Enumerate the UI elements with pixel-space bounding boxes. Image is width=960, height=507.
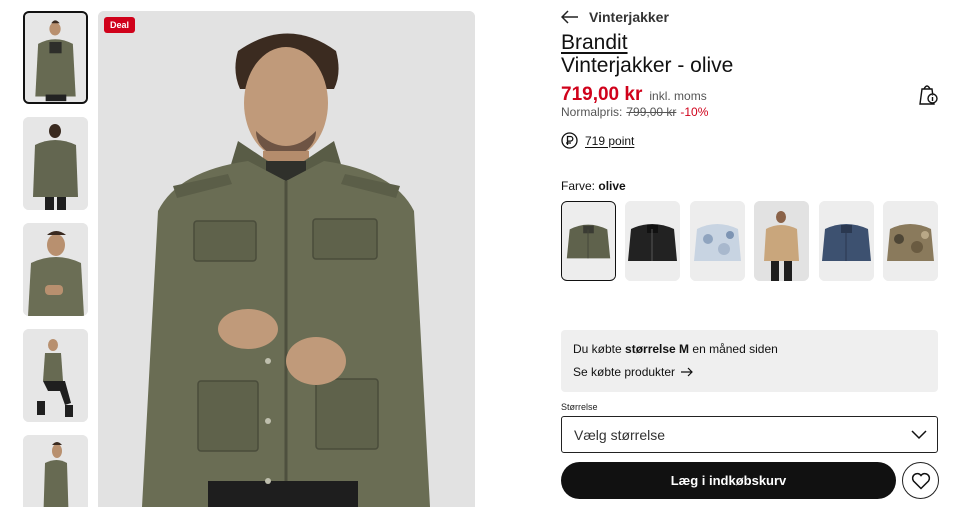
- brand-link[interactable]: Brandit: [561, 31, 628, 55]
- size-label: Størrelse: [561, 402, 598, 412]
- see-purchased-link[interactable]: Se købte produkter: [573, 365, 926, 379]
- deal-badge: Deal: [104, 17, 136, 33]
- loyalty-points[interactable]: 719 point: [561, 132, 634, 149]
- color-label-text: Farve:: [561, 179, 596, 193]
- swatch-black[interactable]: [625, 201, 680, 281]
- purchase-history-text: Du købte størrelse M en måned siden: [573, 342, 926, 356]
- swatch-light-camo[interactable]: [690, 201, 745, 281]
- thumbnail-back-view[interactable]: [23, 117, 88, 210]
- size-guide-icon[interactable]: [918, 83, 938, 105]
- arrow-left-icon: [561, 10, 578, 24]
- see-purchased-label: Se købte produkter: [573, 365, 676, 379]
- normal-price-label: Normalpris:: [561, 105, 623, 119]
- discount-percent: -10%: [680, 105, 709, 119]
- vat-note: inkl. moms: [649, 89, 707, 103]
- normal-price-line: Normalpris: 799,00 kr -10%: [561, 105, 708, 119]
- purchase-history-panel: Du købte størrelse M en måned siden Se k…: [561, 330, 938, 392]
- points-label: 719 point: [585, 133, 635, 148]
- chevron-down-icon: [911, 429, 927, 439]
- swatch-navy[interactable]: [819, 201, 874, 281]
- add-to-cart-button[interactable]: Læg i indkøbskurv: [561, 462, 896, 499]
- color-label: Farve: olive: [561, 179, 626, 193]
- thumbnail-front-view[interactable]: [23, 11, 88, 104]
- purchase-prefix: Du købte: [573, 342, 622, 356]
- heart-icon: [911, 472, 930, 490]
- swatch-camel[interactable]: [754, 201, 809, 281]
- breadcrumb[interactable]: Vinterjakker: [561, 9, 669, 25]
- arrow-right-icon: [681, 367, 693, 377]
- thumbnail-detail-view[interactable]: [23, 223, 88, 316]
- normal-price: 799,00 kr: [626, 105, 677, 119]
- size-select[interactable]: Vælg størrelse: [561, 416, 938, 453]
- thumbnail-side-view[interactable]: [23, 435, 88, 507]
- color-swatches: [561, 201, 939, 281]
- purchased-size: størrelse M: [625, 342, 690, 356]
- selected-color: olive: [598, 179, 626, 193]
- swatch-olive[interactable]: [561, 201, 616, 281]
- size-select-placeholder: Vælg størrelse: [574, 426, 666, 443]
- breadcrumb-label: Vinterjakker: [589, 9, 669, 25]
- price-block: 719,00 kr inkl. moms: [561, 84, 707, 106]
- wishlist-button[interactable]: [902, 462, 939, 499]
- points-icon: [561, 132, 578, 149]
- thumbnail-seated-view[interactable]: [23, 329, 88, 422]
- purchase-suffix: en måned siden: [692, 342, 778, 356]
- swatch-woodland-camo[interactable]: [883, 201, 938, 281]
- current-price: 719,00 kr: [561, 84, 643, 105]
- main-product-image[interactable]: [98, 11, 475, 507]
- product-title: Vinterjakker - olive: [561, 54, 734, 77]
